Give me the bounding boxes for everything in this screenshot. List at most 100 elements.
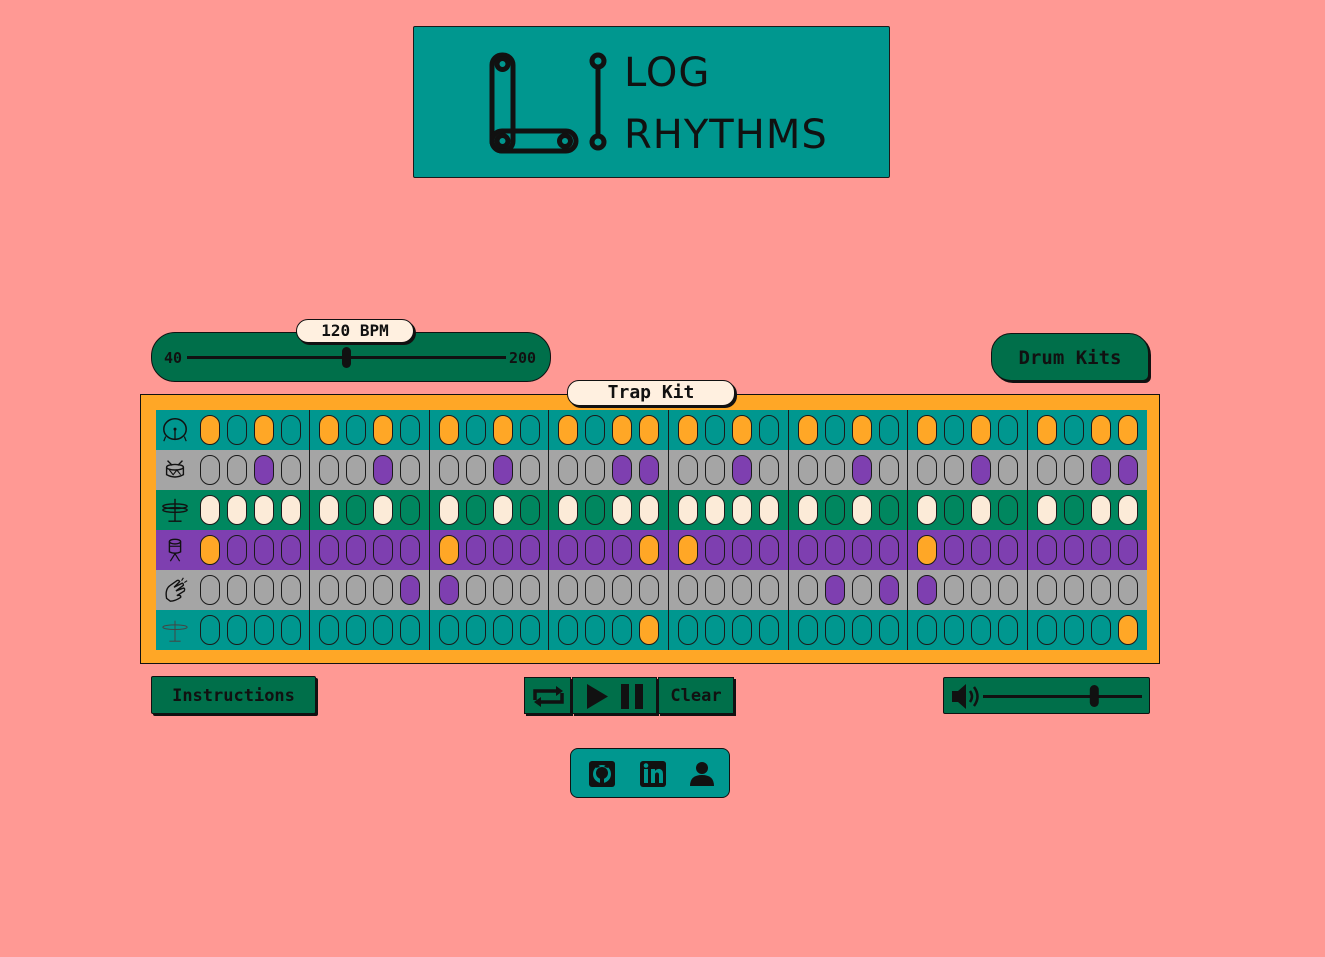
step-pad-active[interactable] [732,415,752,445]
step-pad[interactable] [1091,535,1111,565]
step-pad[interactable] [1064,535,1084,565]
step-pad[interactable] [520,495,540,525]
github-icon[interactable] [589,761,615,787]
step-pad[interactable] [705,455,725,485]
bass-drum-icon[interactable] [160,416,190,444]
step-pad[interactable] [1064,575,1084,605]
step-pad-active[interactable] [439,495,459,525]
step-pad[interactable] [439,455,459,485]
step-pad[interactable] [400,615,420,645]
step-pad-active[interactable] [439,575,459,605]
step-pad-active[interactable] [227,495,247,525]
step-pad-active[interactable] [400,575,420,605]
step-pad-active[interactable] [639,535,659,565]
step-pad[interactable] [558,535,578,565]
step-pad[interactable] [825,495,845,525]
step-pad[interactable] [227,575,247,605]
step-pad[interactable] [879,495,899,525]
step-pad-active[interactable] [1091,455,1111,485]
step-pad[interactable] [759,535,779,565]
step-pad[interactable] [798,575,818,605]
step-pad[interactable] [1091,575,1111,605]
step-pad-active[interactable] [558,495,578,525]
step-pad-active[interactable] [1037,495,1057,525]
step-pad[interactable] [439,615,459,645]
step-pad[interactable] [281,575,301,605]
step-pad[interactable] [612,535,632,565]
step-pad[interactable] [520,535,540,565]
step-pad[interactable] [466,455,486,485]
clear-button[interactable]: Clear [658,677,734,714]
loop-button[interactable] [524,677,571,714]
step-pad[interactable] [732,535,752,565]
step-pad[interactable] [466,535,486,565]
step-pad-active[interactable] [798,495,818,525]
hi-hat-icon[interactable] [160,496,190,524]
step-pad-active[interactable] [971,415,991,445]
step-pad[interactable] [281,615,301,645]
step-pad[interactable] [319,535,339,565]
step-pad[interactable] [998,535,1018,565]
step-pad-active[interactable] [493,415,513,445]
play-pause-button[interactable] [572,677,657,714]
step-pad[interactable] [1037,615,1057,645]
tempo-slider-thumb[interactable] [342,347,351,368]
step-pad[interactable] [1064,455,1084,485]
step-pad[interactable] [493,535,513,565]
step-pad[interactable] [732,615,752,645]
step-pad[interactable] [227,415,247,445]
step-pad-active[interactable] [612,455,632,485]
step-pad[interactable] [254,615,274,645]
step-pad-active[interactable] [319,495,339,525]
step-pad[interactable] [825,535,845,565]
step-pad[interactable] [759,455,779,485]
step-pad[interactable] [373,535,393,565]
step-pad[interactable] [558,615,578,645]
step-pad[interactable] [281,415,301,445]
step-pad[interactable] [520,415,540,445]
step-pad[interactable] [1064,495,1084,525]
step-pad[interactable] [493,575,513,605]
step-pad-active[interactable] [373,495,393,525]
step-pad-active[interactable] [612,415,632,445]
step-pad[interactable] [944,415,964,445]
step-pad[interactable] [466,575,486,605]
step-pad[interactable] [373,615,393,645]
step-pad[interactable] [585,535,605,565]
step-pad[interactable] [852,535,872,565]
tom-drum-icon[interactable] [160,536,190,564]
volume-slider-thumb[interactable] [1089,685,1099,707]
step-pad[interactable] [227,535,247,565]
step-pad[interactable] [1118,535,1138,565]
step-pad-active[interactable] [971,455,991,485]
step-pad[interactable] [759,615,779,645]
step-pad[interactable] [705,575,725,605]
step-pad[interactable] [319,575,339,605]
step-pad[interactable] [678,575,698,605]
step-pad-active[interactable] [558,415,578,445]
step-pad[interactable] [879,535,899,565]
step-pad-active[interactable] [439,535,459,565]
step-pad[interactable] [400,455,420,485]
step-pad[interactable] [346,615,366,645]
step-pad[interactable] [585,415,605,445]
step-pad[interactable] [1091,615,1111,645]
clap-icon[interactable] [160,576,190,604]
step-pad[interactable] [759,415,779,445]
crash-cymbal-icon[interactable] [160,616,190,644]
step-pad[interactable] [759,575,779,605]
step-pad-active[interactable] [1118,615,1138,645]
step-pad-active[interactable] [1091,495,1111,525]
step-pad-active[interactable] [798,415,818,445]
step-pad[interactable] [227,615,247,645]
instructions-button[interactable]: Instructions [151,676,316,714]
step-pad[interactable] [705,615,725,645]
step-pad[interactable] [944,455,964,485]
step-pad[interactable] [1064,415,1084,445]
step-pad[interactable] [281,455,301,485]
step-pad[interactable] [944,495,964,525]
step-pad-active[interactable] [319,415,339,445]
step-pad-active[interactable] [732,455,752,485]
step-pad[interactable] [1037,535,1057,565]
volume-slider-track[interactable] [983,695,1142,698]
